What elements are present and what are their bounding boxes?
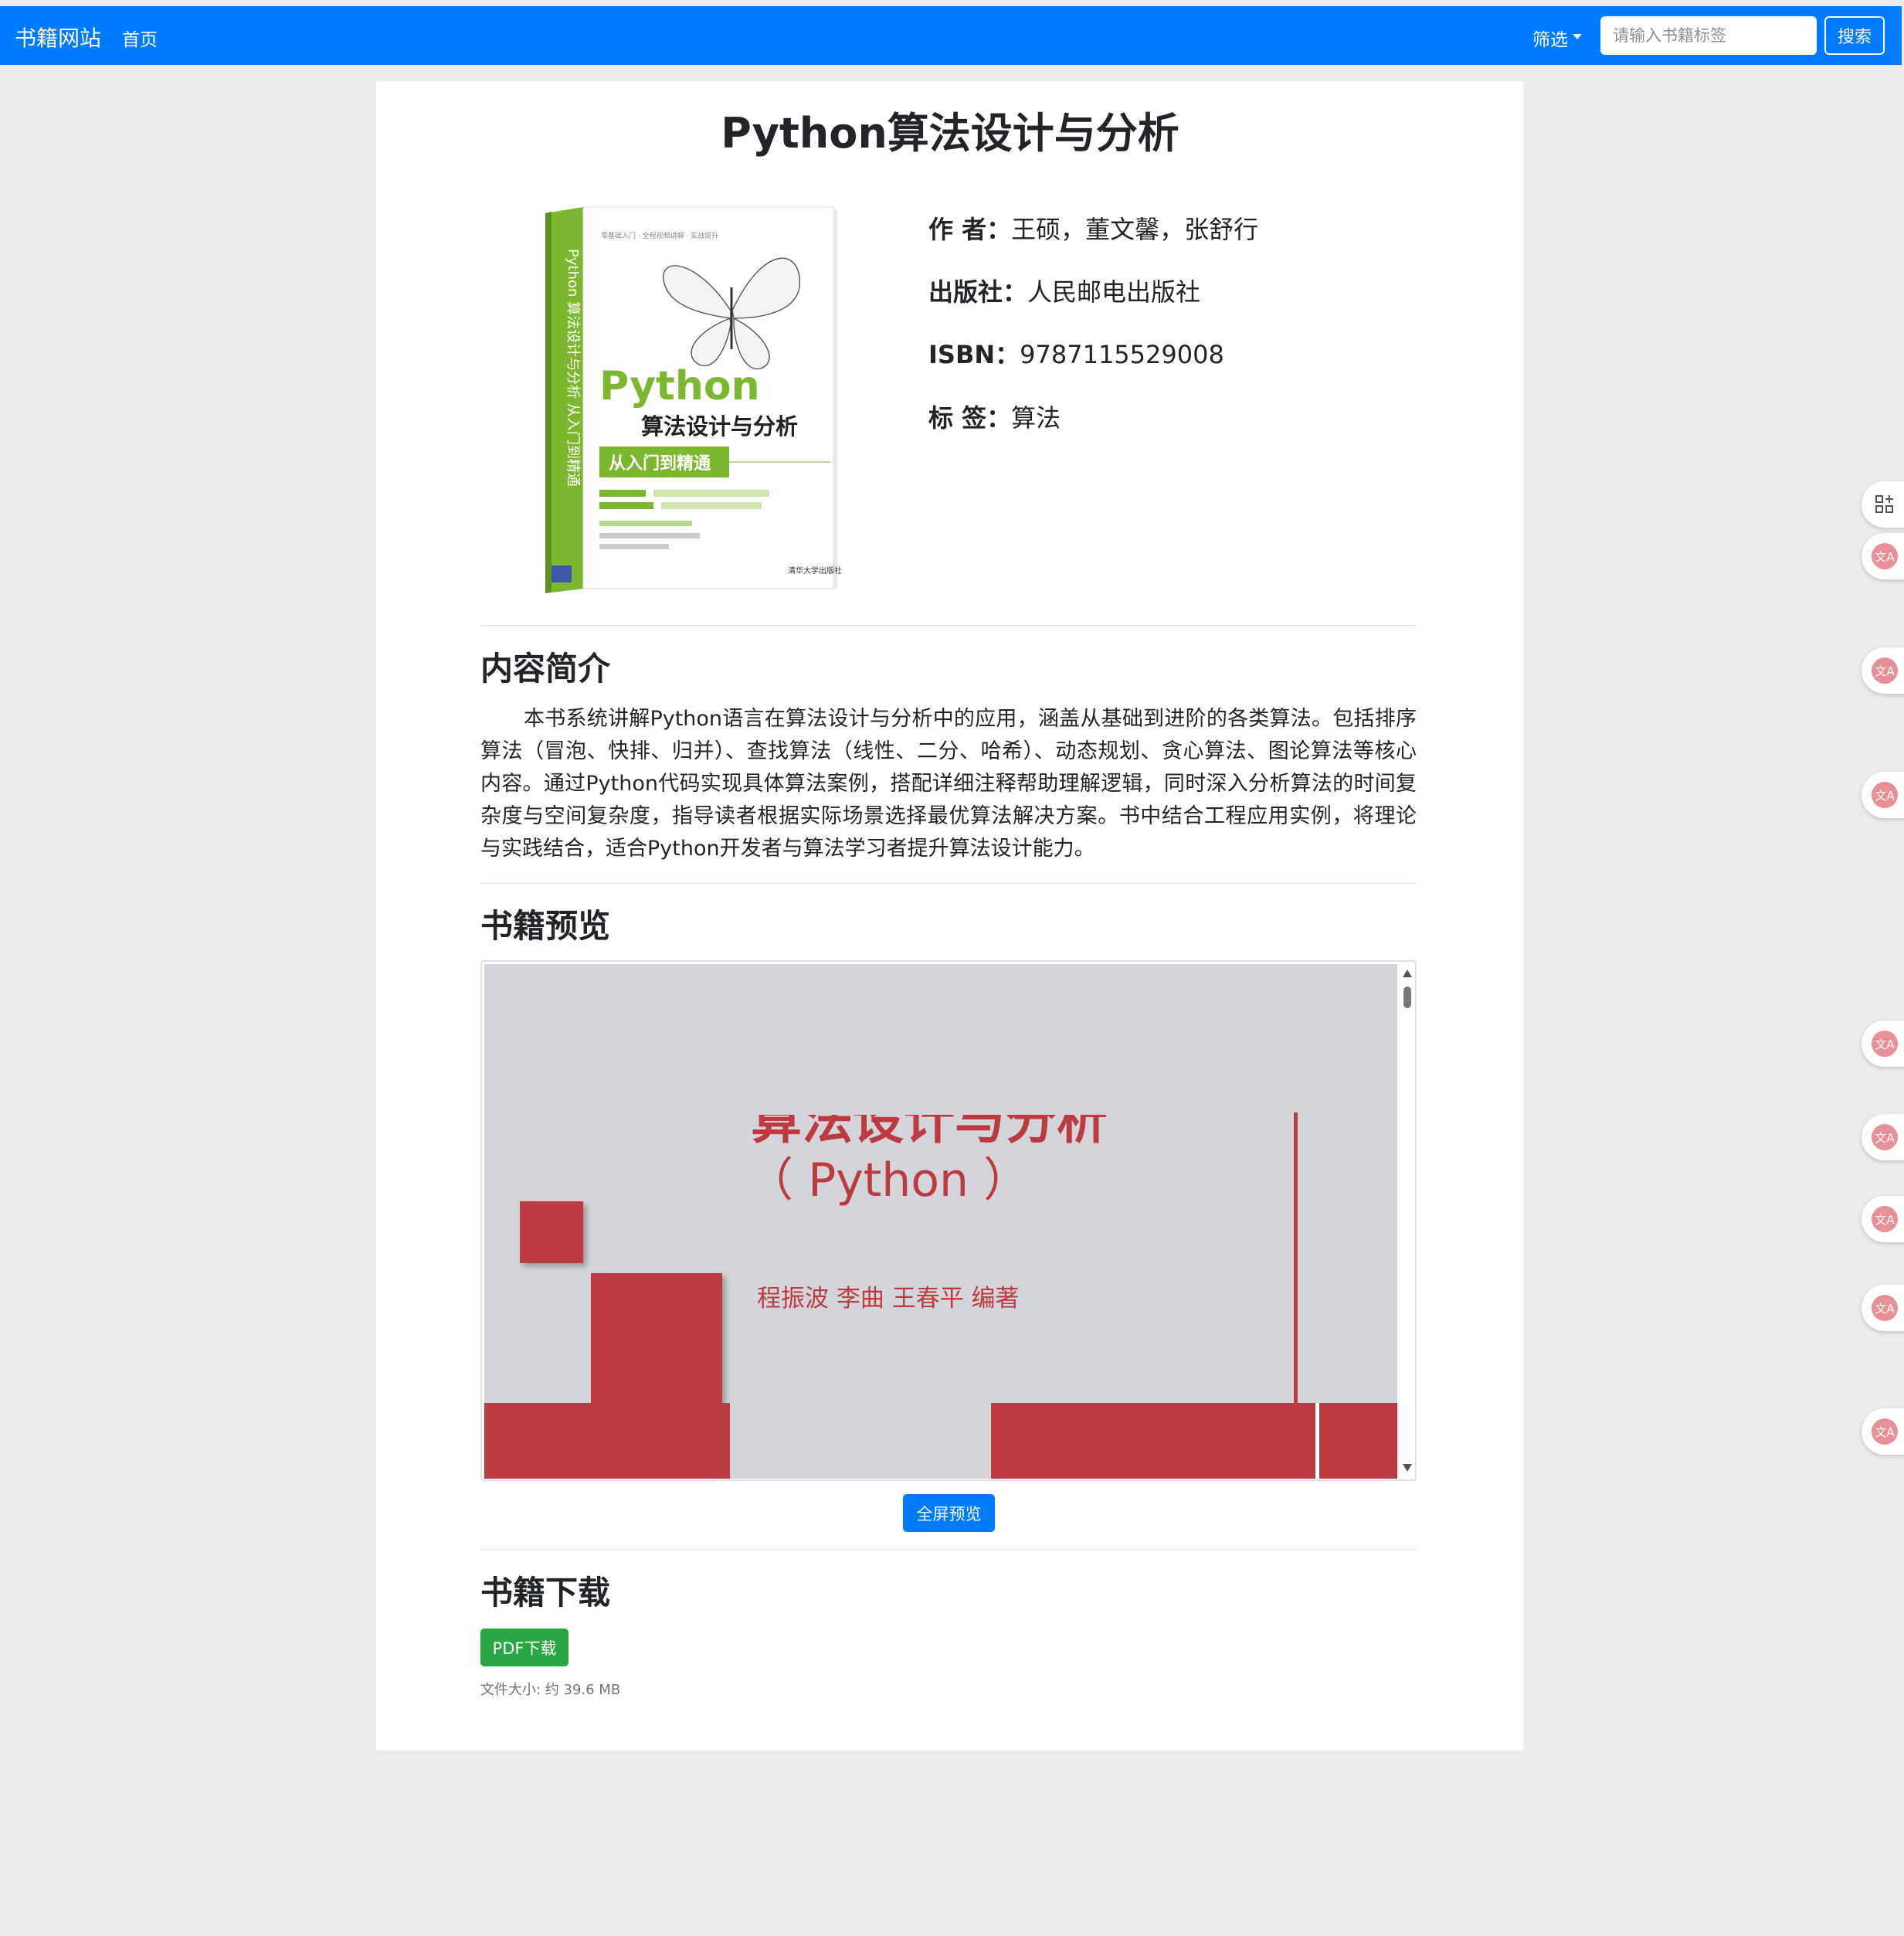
publisher-value: 人民邮电出版社 [1027,277,1201,307]
author-row: 作 者：王硕，董文馨，张舒行 [928,210,1258,246]
scroll-down-arrow-icon [1403,1464,1412,1472]
translate-icon[interactable]: 文A [1862,1196,1904,1242]
pdf-preview-frame[interactable]: 算法设计与分析 （ Python ） 程振波 李曲 王春平 编著 [480,960,1417,1481]
summary-heading: 内容简介 [480,650,611,688]
brand-link[interactable]: 书籍网站 [15,22,101,53]
preview-page-image: 算法设计与分析 （ Python ） 程振波 李曲 王春平 编著 [484,964,1397,1479]
scroll-thumb [1403,987,1411,1008]
apps-add-icon[interactable] [1862,481,1904,528]
svg-text:文A: 文A [1875,1213,1895,1227]
translate-icon[interactable]: 文A [1862,1285,1904,1331]
author-label: 作 者： [928,215,1012,244]
isbn-value: 9787115529008 [1020,340,1224,369]
isbn-row: ISBN：9787115529008 [928,335,1224,371]
svg-text:文A: 文A [1875,789,1895,803]
svg-text:算法设计与分析: 算法设计与分析 [641,413,798,440]
svg-text:（ Python ）: （ Python ） [747,1153,1030,1207]
pdf-download-button[interactable]: PDF下载 [480,1629,568,1666]
summary-text: 本书系统讲解Python语言在算法设计与分析中的应用，涵盖从基础到进阶的各类算法… [480,707,1417,861]
tags-label: 标 签： [928,403,1012,433]
book-cover-image: Python 算法设计与分析 从入门到精通 零基础入门 · 全程视频讲解 · 实… [545,206,842,593]
search-button[interactable]: 搜索 [1824,16,1885,55]
navbar: 书籍网站 首页 筛选 搜索 [0,6,1902,65]
svg-text:零基础入门 · 全程视频讲解 · 实战提升: 零基础入门 · 全程视频讲解 · 实战提升 [601,231,718,240]
preview-heading: 书籍预览 [480,907,611,945]
svg-text:从入门到精通: 从入门到精通 [609,453,711,474]
svg-text:文A: 文A [1875,1302,1895,1316]
book-title: Python算法设计与分析 [721,109,1179,158]
svg-text:清华大学出版社: 清华大学出版社 [788,566,842,576]
translate-icon[interactable]: 文A [1862,647,1904,694]
publisher-row: 出版社：人民邮电出版社 [928,273,1200,308]
divider [480,883,1417,884]
caret-down-icon[interactable] [1573,34,1582,39]
preview-scrollbar[interactable] [1400,962,1415,1479]
svg-text:文A: 文A [1875,550,1895,564]
svg-text:文A: 文A [1875,1131,1895,1145]
filter-dropdown[interactable]: 筛选 [1532,25,1568,51]
svg-text:文A: 文A [1875,664,1895,678]
nav-home-link[interactable]: 首页 [122,25,158,51]
svg-text:Python: Python [599,363,760,409]
download-heading: 书籍下载 [480,1574,611,1612]
translate-icon[interactable]: 文A [1862,1021,1904,1067]
author-value: 王硕，董文馨，张舒行 [1011,215,1259,244]
publisher-label: 出版社： [928,277,1028,307]
svg-text:文A: 文A [1875,1038,1895,1051]
svg-text:文A: 文A [1875,1425,1895,1439]
svg-text:程振波 李曲 王春平 编著: 程振波 李曲 王春平 编著 [757,1285,1020,1313]
translate-icon[interactable]: 文A [1862,772,1904,818]
translate-icon[interactable]: 文A [1862,533,1904,579]
divider [480,1549,1417,1550]
fullscreen-preview-button[interactable]: 全屏预览 [903,1494,995,1532]
translate-icon[interactable]: 文A [1862,1114,1904,1160]
tags-row: 标 签：算法 [928,399,1061,434]
isbn-label: ISBN： [928,340,1020,369]
search-input[interactable] [1600,16,1817,55]
svg-text:Python 算法设计与分析 从入门到精通: Python 算法设计与分析 从入门到精通 [565,249,581,487]
scroll-up-arrow-icon [1403,970,1412,977]
tags-value[interactable]: 算法 [1011,403,1061,433]
translate-icon[interactable]: 文A [1862,1408,1904,1455]
divider [480,625,1417,626]
file-size-text: 文件大小: 约 39.6 MB [480,1682,621,1698]
